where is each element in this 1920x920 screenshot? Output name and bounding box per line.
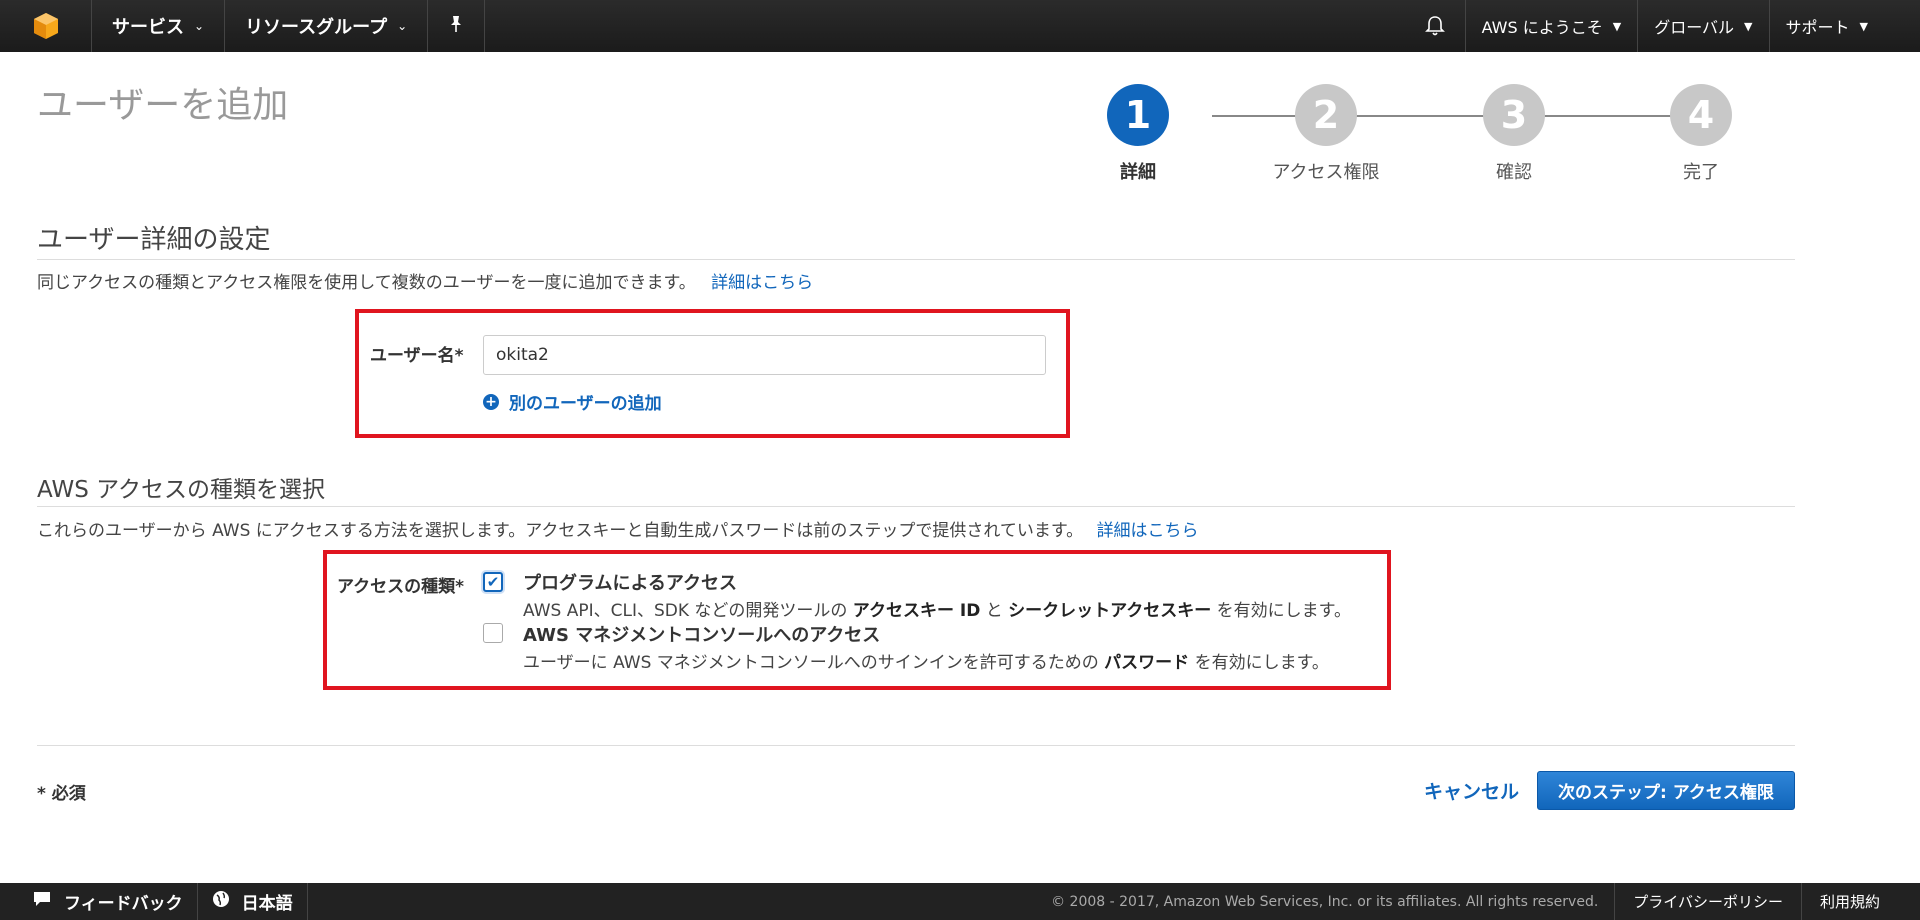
add-another-user-button[interactable]: + 別のユーザーの追加 <box>483 389 662 414</box>
section-divider <box>37 506 1795 507</box>
required-note: * 必須 <box>37 784 86 804</box>
globe-icon <box>212 890 230 913</box>
cancel-button[interactable]: キャンセル <box>1424 777 1519 804</box>
programmatic-access-title: プログラムによるアクセス <box>523 573 738 594</box>
desc-text: ユーザーに AWS マネジメントコンソールへのサインインを許可するための <box>523 653 1105 673</box>
username-input[interactable] <box>483 335 1046 375</box>
account-menu[interactable]: AWS にようこそ ▼ <box>1464 0 1638 52</box>
resource-groups-menu[interactable]: リソースグループ ⌄ <box>225 0 429 52</box>
privacy-policy-link[interactable]: プライバシーポリシー <box>1614 883 1801 920</box>
region-menu[interactable]: グローバル ▼ <box>1637 0 1768 52</box>
top-navigation-bar: サービス ⌄ リソースグループ ⌄ AWS にようこそ ▼ グローバル ▼ サポ… <box>0 0 1920 52</box>
wizard-stepper: 1 詳細 2 アクセス権限 3 確認 4 完了 <box>1100 84 1740 194</box>
step-label: 確認 <box>1496 162 1532 183</box>
desc-text: と <box>980 601 1009 621</box>
language-label: 日本語 <box>241 894 293 914</box>
services-menu-label: サービス <box>112 17 184 38</box>
region-menu-label: グローバル <box>1654 18 1735 37</box>
console-access-description: ユーザーに AWS マネジメントコンソールへのサインインを許可するための パスワ… <box>523 648 1329 673</box>
page-title: ユーザーを追加 <box>37 85 289 126</box>
resource-groups-menu-label: リソースグループ <box>245 17 388 38</box>
step-1: 1 詳細 <box>1058 84 1218 184</box>
copyright-text: © 2008 - 2017, Amazon Web Services, Inc.… <box>1051 893 1599 910</box>
top-nav-right: AWS にようこそ ▼ グローバル ▼ サポート ▼ <box>1405 0 1920 52</box>
terms-link[interactable]: 利用規約 <box>1800 883 1920 920</box>
next-step-button[interactable]: 次のステップ: アクセス権限 <box>1537 771 1795 810</box>
pin-button[interactable] <box>428 0 486 52</box>
programmatic-access-checkbox[interactable]: ✔ <box>483 572 503 592</box>
chevron-down-icon: ▼ <box>1859 19 1868 33</box>
add-another-user-label: 別のユーザーの追加 <box>509 394 662 414</box>
programmatic-access-description: AWS API、CLI、SDK などの開発ツールの アクセスキー ID と シー… <box>523 596 1351 621</box>
step-label: 完了 <box>1683 162 1719 183</box>
access-type-label: アクセスの種類* <box>337 577 465 597</box>
support-menu[interactable]: サポート ▼ <box>1768 0 1920 52</box>
chevron-down-icon: ▼ <box>1744 19 1753 33</box>
chevron-down-icon: ⌄ <box>194 19 205 33</box>
chevron-down-icon: ▼ <box>1612 19 1622 33</box>
support-menu-label: サポート <box>1785 18 1850 37</box>
language-selector[interactable]: 日本語 <box>198 883 308 920</box>
learn-more-link[interactable]: 詳細はこちら <box>711 273 813 293</box>
step-number: 4 <box>1670 84 1732 146</box>
step-label: アクセス権限 <box>1272 162 1380 183</box>
step-3: 3 確認 <box>1434 84 1594 184</box>
desc-bold: シークレットアクセスキー <box>1008 601 1212 621</box>
services-menu[interactable]: サービス ⌄ <box>92 0 226 52</box>
step-label: 詳細 <box>1120 162 1156 183</box>
plus-circle-icon: + <box>483 393 499 410</box>
desc-text: を有効にします。 <box>1189 653 1329 673</box>
chevron-down-icon: ⌄ <box>397 19 408 33</box>
aws-logo-icon[interactable] <box>0 0 92 52</box>
user-details-description: 同じアクセスの種類とアクセス権限を使用して複数のユーザーを一度に追加できます。 … <box>37 268 813 293</box>
footer-right: © 2008 - 2017, Amazon Web Services, Inc.… <box>1035 883 1920 920</box>
checkmark-icon: ✔ <box>486 572 500 591</box>
feedback-label: フィードバック <box>64 894 183 914</box>
learn-more-link[interactable]: 詳細はこちら <box>1097 521 1199 541</box>
desc-text: を有効にします。 <box>1211 601 1351 621</box>
step-number: 1 <box>1107 84 1169 146</box>
access-type-description-text: これらのユーザーから AWS にアクセスする方法を選択します。アクセスキーと自動… <box>37 521 1084 541</box>
step-2: 2 アクセス権限 <box>1246 84 1406 184</box>
access-type-description: これらのユーザーから AWS にアクセスする方法を選択します。アクセスキーと自動… <box>37 516 1199 541</box>
user-details-heading: ユーザー詳細の設定 <box>37 225 271 255</box>
notification-bell-icon[interactable] <box>1405 0 1465 52</box>
account-menu-label: AWS にようこそ <box>1481 18 1603 37</box>
feedback-button[interactable]: フィードバック <box>0 883 198 920</box>
access-type-heading: AWS アクセスの種類を選択 <box>37 477 325 503</box>
step-number: 2 <box>1295 84 1357 146</box>
section-divider <box>37 259 1795 260</box>
speech-bubble-icon <box>32 890 52 913</box>
user-details-description-text: 同じアクセスの種類とアクセス権限を使用して複数のユーザーを一度に追加できます。 <box>37 273 696 293</box>
step-number: 3 <box>1483 84 1545 146</box>
console-access-title: AWS マネジメントコンソールへのアクセス <box>523 625 881 646</box>
step-4: 4 完了 <box>1621 84 1781 184</box>
console-access-checkbox[interactable] <box>483 623 503 643</box>
footer-bar: フィードバック 日本語 © 2008 - 2017, Amazon Web Se… <box>0 883 1920 920</box>
desc-bold: パスワード <box>1104 653 1190 673</box>
pin-icon <box>448 15 464 38</box>
desc-bold: アクセスキー ID <box>852 601 981 621</box>
username-label: ユーザー名* <box>370 346 464 366</box>
section-divider <box>37 745 1795 746</box>
desc-text: AWS API、CLI、SDK などの開発ツールの <box>523 601 853 621</box>
